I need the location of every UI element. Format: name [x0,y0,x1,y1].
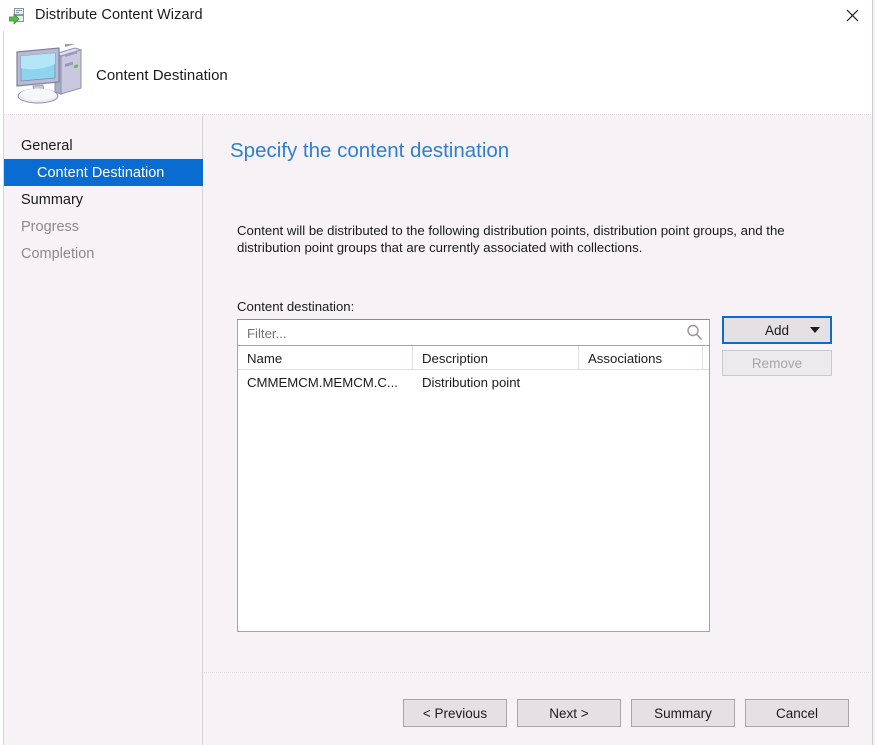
wizard-sidebar: General Content Destination Summary Prog… [4,116,203,745]
table-row[interactable]: CMMEMCM.MEMCM.C... Distribution point [238,370,709,394]
sidebar-item-label: Summary [21,192,83,208]
filter-box[interactable] [237,319,710,346]
cancel-button[interactable]: Cancel [745,699,849,727]
add-button[interactable]: Add [722,316,832,344]
next-button-label: Next > [549,706,588,721]
remove-button: Remove [722,350,832,376]
computer-icon [9,44,89,106]
chevron-down-icon[interactable] [810,327,820,333]
cancel-button-label: Cancel [776,706,818,721]
content-destination-label: Content destination: [237,299,354,314]
previous-button[interactable]: < Previous [403,699,507,727]
main-content: Specify the content destination Content … [204,116,872,672]
distribute-content-wizard-window: Distribute Content Wizard [0,0,875,745]
previous-button-label: < Previous [423,706,487,721]
filter-input[interactable] [245,320,679,347]
sidebar-item-progress: Progress [4,213,202,240]
content-heading: Specify the content destination [230,139,509,163]
sidebar-item-completion: Completion [4,240,202,267]
column-header-associations[interactable]: Associations [579,346,703,370]
summary-button-label: Summary [654,706,712,721]
page-title: Content Destination [96,67,228,84]
next-button[interactable]: Next > [517,699,621,727]
sidebar-item-general[interactable]: General [4,132,202,159]
sidebar-item-content-destination[interactable]: Content Destination [4,159,203,186]
content-destination-list[interactable]: Name Description Associations CMMEMCM.ME… [237,345,710,632]
sidebar-item-label: Progress [21,219,79,235]
cell-associations [579,370,703,394]
intro-text: Content will be distributed to the follo… [237,222,807,256]
window-title: Distribute Content Wizard [35,7,203,23]
cell-description: Distribution point [413,370,579,394]
summary-button[interactable]: Summary [631,699,735,727]
remove-button-label: Remove [752,356,802,371]
close-icon[interactable] [829,0,875,31]
title-bar: Distribute Content Wizard [0,0,875,33]
sidebar-item-summary[interactable]: Summary [4,186,202,213]
search-icon[interactable] [686,324,703,341]
column-header-name[interactable]: Name [238,346,413,370]
wizard-header: Content Destination [4,33,872,115]
column-header-description[interactable]: Description [413,346,579,370]
sidebar-item-label: Completion [21,246,94,262]
cell-name: CMMEMCM.MEMCM.C... [238,370,413,394]
header-divider [4,114,872,115]
sidebar-item-label: General [21,138,73,154]
distribute-content-icon [9,8,28,25]
wizard-footer: < Previous Next > Summary Cancel [204,673,872,745]
list-header-row: Name Description Associations [238,346,709,370]
sidebar-item-label: Content Destination [37,165,164,181]
